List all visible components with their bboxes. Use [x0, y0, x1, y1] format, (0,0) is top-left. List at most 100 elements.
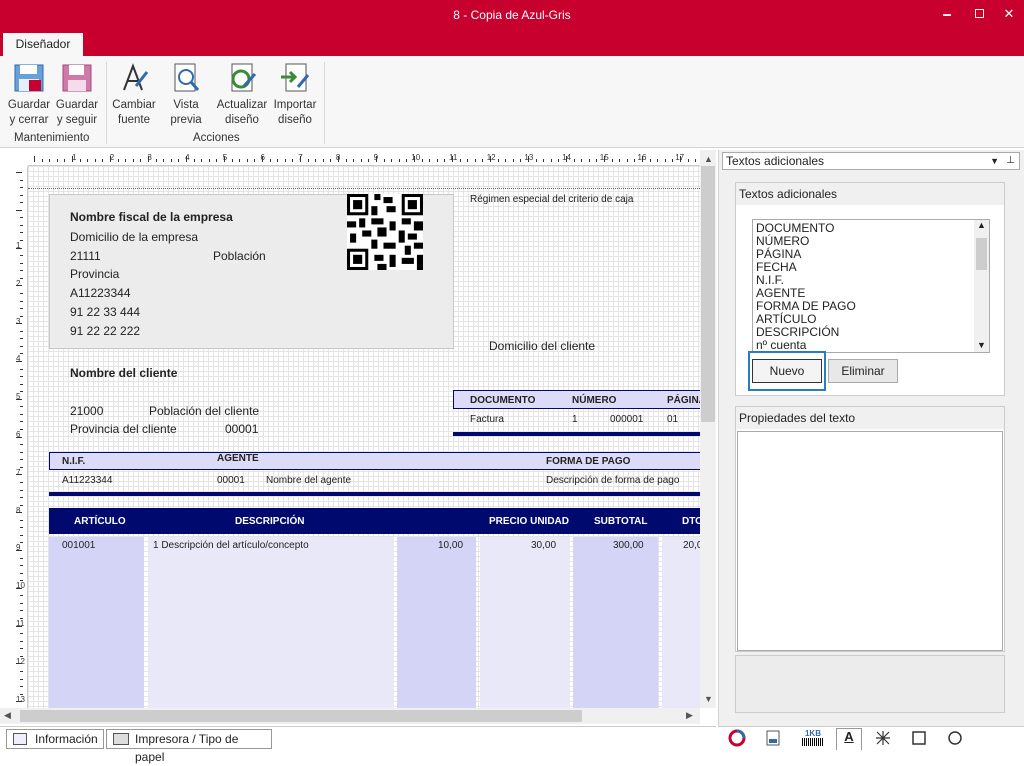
docbox-doc[interactable]: Factura: [470, 414, 504, 425]
ruler-tick: [87, 159, 89, 162]
change-font-button[interactable]: Cambiar fuente: [110, 62, 158, 128]
line-qty[interactable]: 10,00: [438, 540, 463, 551]
eliminar-button[interactable]: Eliminar: [828, 359, 898, 383]
docbox-h-doc[interactable]: DOCUMENTO: [470, 395, 535, 406]
ellipse-tool-icon[interactable]: [946, 729, 966, 749]
client-address[interactable]: Domicilio del cliente: [489, 339, 595, 353]
ruler-tick: [208, 159, 210, 162]
company-name[interactable]: Nombre fiscal de la empresa: [70, 210, 233, 224]
lines-h-dto[interactable]: DTO: [682, 516, 700, 527]
properties-grid[interactable]: [737, 431, 1003, 651]
line-price[interactable]: 30,00: [531, 540, 556, 551]
company-city[interactable]: Población: [213, 249, 266, 263]
restore-button[interactable]: [968, 4, 990, 24]
scroll-right-icon[interactable]: ▶: [686, 710, 693, 721]
regimen-text[interactable]: Régimen especial del criterio de caja: [470, 194, 633, 205]
chevron-down-icon[interactable]: ▼: [990, 153, 999, 169]
agent-code[interactable]: 00001: [217, 475, 245, 486]
properties-panel: Textos adicionales ▼ ⊥ Textos adicionale…: [718, 150, 1024, 726]
palette-icon[interactable]: [728, 729, 748, 749]
payment-desc[interactable]: Descripción de forma de pago: [546, 475, 679, 486]
list-scrollbar[interactable]: ▲ ▼: [974, 220, 989, 352]
minimize-button[interactable]: 🗕: [936, 4, 958, 24]
section-textos-adicionales: Textos adicionales DOCUMENTO NÚMERO PÁGINA…: [735, 182, 1005, 396]
company-phone2[interactable]: 91 22 22 222: [70, 324, 140, 338]
list-scroll-down-icon[interactable]: ▼: [977, 340, 986, 350]
scroll-left-icon[interactable]: ◀: [4, 710, 11, 721]
client-city[interactable]: Población del cliente: [149, 404, 259, 418]
ruler-label: 1: [16, 241, 21, 250]
ruler-label: 3: [16, 316, 21, 326]
lines-h-article[interactable]: ARTÍCULO: [74, 516, 126, 527]
ruler-label: 10: [411, 153, 421, 162]
pin-icon[interactable]: ⊥: [1006, 153, 1015, 169]
textos-list-item[interactable]: FECHA: [753, 261, 989, 274]
close-button[interactable]: ✕: [998, 4, 1020, 24]
scroll-down-icon[interactable]: ▼: [704, 694, 713, 704]
company-zip[interactable]: 21111: [70, 249, 101, 263]
update-design-button[interactable]: Actualizar diseño: [214, 62, 270, 128]
docbox-underline: [453, 432, 700, 436]
list-scroll-up-icon[interactable]: ▲: [977, 220, 986, 230]
panel-selector-combo[interactable]: Textos adicionales ▼ ⊥: [722, 152, 1020, 170]
client-code[interactable]: 00001: [225, 422, 258, 436]
textos-listbox[interactable]: DOCUMENTO NÚMERO PÁGINA FECHA N.I.F. AGENTE FO…: [752, 219, 990, 353]
scroll-up-icon[interactable]: ▲: [704, 154, 713, 164]
line-desc[interactable]: 1 Descripción del artículo/concepto: [153, 540, 309, 551]
save-continue-button[interactable]: Guardar y seguir: [54, 62, 100, 128]
page-margin-guide: [28, 188, 700, 189]
vertical-scroll-thumb[interactable]: [701, 166, 715, 422]
docbox-page[interactable]: 01: [667, 414, 678, 425]
save-close-button[interactable]: Guardar y cerrar: [6, 62, 52, 128]
horizontal-scrollbar[interactable]: ◀ ▶: [0, 708, 700, 724]
client-province[interactable]: Provincia del cliente: [70, 422, 177, 436]
design-canvas[interactable]: Nombre fiscal de la empresa Domicilio de…: [28, 166, 700, 708]
agent-name[interactable]: Nombre del agente: [266, 475, 351, 486]
line-subtotal[interactable]: 300,00: [613, 540, 644, 551]
docbox-serie[interactable]: 1: [572, 414, 578, 425]
company-address[interactable]: Domicilio de la empresa: [70, 230, 198, 244]
tab-disenador[interactable]: Diseñador: [3, 33, 83, 56]
company-phone1[interactable]: 91 22 33 444: [70, 305, 140, 319]
client-name[interactable]: Nombre del cliente: [70, 366, 177, 380]
qr-code-icon[interactable]: [347, 194, 423, 270]
lines-h-price[interactable]: PRECIO UNIDAD: [489, 516, 569, 527]
line-article[interactable]: 001001: [62, 540, 95, 551]
horizontal-scroll-thumb[interactable]: [20, 710, 582, 722]
line-dto[interactable]: 20,0: [683, 540, 700, 551]
nif-h-nif[interactable]: N.I.F.: [62, 456, 85, 467]
nif-h-agent[interactable]: AGENTE: [217, 453, 259, 464]
vertical-scrollbar[interactable]: ▲ ▼: [700, 150, 716, 708]
lines-tool-icon[interactable]: [874, 729, 894, 749]
ruler-tick: [125, 159, 127, 162]
list-scroll-thumb[interactable]: [976, 238, 987, 270]
text-tool-icon[interactable]: A: [836, 728, 862, 750]
nuevo-button[interactable]: Nuevo: [752, 359, 822, 383]
tab-impresora[interactable]: Impresora / Tipo de papel: [106, 729, 272, 764]
company-nif[interactable]: A11223344: [70, 286, 131, 300]
ruler-label: 2: [109, 153, 115, 162]
docbox-h-page[interactable]: PÁGINA: [667, 395, 700, 406]
save-continue-icon: [62, 64, 92, 92]
import-design-icon: [281, 63, 310, 92]
ruler-tick: [20, 255, 23, 257]
lines-h-desc[interactable]: DESCRIPCIÓN: [235, 516, 304, 527]
image-icon[interactable]: [764, 729, 784, 749]
nif-h-payment[interactable]: FORMA DE PAGO: [546, 456, 630, 467]
rectangle-tool-icon[interactable]: [910, 729, 930, 749]
section-propiedades-title: Propiedades del texto: [736, 407, 1004, 429]
client-zip[interactable]: 21000: [70, 404, 103, 418]
preview-button[interactable]: Vista previa: [164, 62, 208, 128]
lines-h-subtotal[interactable]: SUBTOTAL: [594, 516, 648, 527]
ruler-tick: [20, 338, 23, 340]
nif-value[interactable]: A11223344: [62, 475, 112, 486]
ruler-label: 4: [16, 354, 21, 364]
docbox-h-num[interactable]: NÚMERO: [572, 395, 616, 406]
tab-informacion[interactable]: Información: [6, 729, 104, 749]
import-design-button[interactable]: Importar diseño: [270, 62, 320, 128]
ruler-tick: [20, 459, 23, 461]
barcode-1kb-icon[interactable]: 1KB: [802, 729, 824, 749]
ruler-tick: [20, 368, 23, 370]
docbox-num[interactable]: 000001: [610, 414, 643, 425]
company-province[interactable]: Provincia: [70, 267, 119, 281]
